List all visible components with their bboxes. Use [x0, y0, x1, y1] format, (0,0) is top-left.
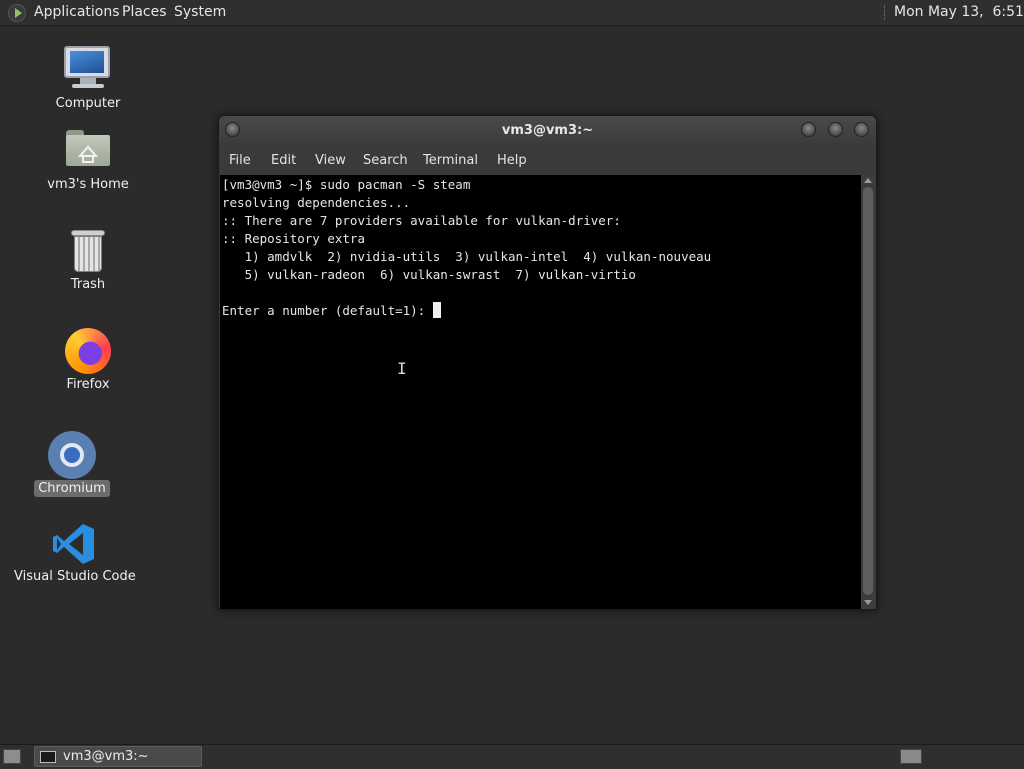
desktop-icon-label: vm3's Home	[47, 177, 129, 192]
top-panel: Applications Places System Mon May 13, 6…	[0, 0, 1024, 26]
menu-view[interactable]: View	[315, 147, 346, 175]
chromium-icon	[48, 431, 96, 479]
menu-search[interactable]: Search	[363, 147, 408, 175]
vscode-icon	[52, 522, 96, 566]
terminal-line: :: Repository extra	[222, 231, 365, 246]
scrollbar-thumb[interactable]	[863, 187, 873, 595]
window-titlebar[interactable]: vm3@vm3:~	[219, 116, 876, 146]
panel-separator	[884, 5, 887, 20]
scroll-up-icon[interactable]	[864, 178, 872, 183]
terminal-output[interactable]: [vm3@vm3 ~]$ sudo pacman -S steam resolv…	[220, 175, 861, 609]
terminal-scrollbar[interactable]	[861, 175, 875, 609]
desktop-icon-computer[interactable]: Computer	[38, 44, 138, 114]
desktop-icon-label: Firefox	[66, 377, 110, 392]
desktop-icon-label: Chromium	[34, 480, 110, 497]
home-folder-icon	[66, 130, 110, 166]
terminal-line: :: There are 7 providers available for v…	[222, 213, 621, 228]
close-button[interactable]	[854, 122, 869, 137]
places-menu[interactable]: Places	[122, 0, 167, 25]
terminal-prompt: Enter a number (default=1):	[222, 303, 433, 318]
workspace-switcher[interactable]	[900, 749, 922, 764]
taskbar-window-label: vm3@vm3:~	[63, 749, 149, 764]
clock[interactable]: Mon May 13, 6:51 AM	[894, 0, 1024, 25]
scroll-down-icon[interactable]	[864, 600, 872, 605]
desktop-icon-trash[interactable]: Trash	[38, 230, 138, 296]
computer-icon	[64, 46, 110, 88]
terminal-line: 5) vulkan-radeon 6) vulkan-swrast 7) vul…	[222, 267, 636, 282]
taskbar-window-button[interactable]: vm3@vm3:~	[34, 746, 202, 767]
terminal-line: 1) amdvlk 2) nvidia-utils 3) vulkan-inte…	[222, 249, 712, 264]
menu-file[interactable]: File	[229, 147, 251, 175]
system-menu[interactable]: System	[174, 0, 226, 25]
terminal-menubar: File Edit View Search Terminal Help	[219, 147, 876, 175]
show-desktop-icon[interactable]	[3, 749, 21, 764]
desktop-icon-firefox[interactable]: Firefox	[38, 326, 138, 396]
applications-menu[interactable]: Applications	[34, 0, 120, 25]
terminal-window[interactable]: vm3@vm3:~ File Edit View Search Terminal…	[218, 115, 877, 610]
window-menu-icon[interactable]	[225, 122, 240, 137]
mouse-ibeam-cursor-icon: I	[397, 359, 407, 378]
desktop-icon-label: Trash	[70, 277, 106, 292]
terminal-line: resolving dependencies...	[222, 195, 411, 210]
terminal-line: [vm3@vm3 ~]$ sudo pacman -S steam	[222, 177, 471, 192]
desktop-icon-home[interactable]: vm3's Home	[38, 128, 138, 194]
window-title: vm3@vm3:~	[501, 123, 594, 138]
desktop-icon-label: Visual Studio Code	[14, 569, 136, 584]
text-cursor	[432, 302, 441, 318]
trash-icon	[71, 230, 105, 272]
firefox-icon	[65, 328, 111, 374]
maximize-button[interactable]	[828, 122, 843, 137]
menu-terminal[interactable]: Terminal	[423, 147, 478, 175]
menu-help[interactable]: Help	[497, 147, 527, 175]
applications-menu-icon[interactable]	[8, 4, 26, 22]
terminal-icon	[40, 751, 56, 763]
desktop-icon-chromium[interactable]: Chromium	[22, 430, 122, 500]
minimize-button[interactable]	[801, 122, 816, 137]
desktop-icon-vscode[interactable]: Visual Studio Code	[14, 520, 136, 590]
menu-edit[interactable]: Edit	[271, 147, 296, 175]
bottom-panel: vm3@vm3:~	[0, 744, 1024, 769]
desktop-icon-label: Computer	[55, 96, 121, 111]
